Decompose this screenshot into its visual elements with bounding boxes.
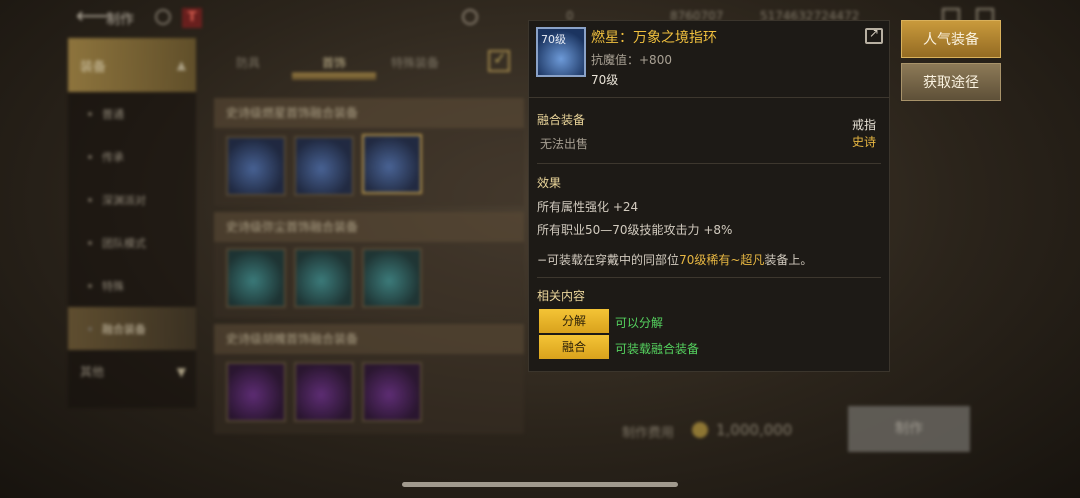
sidebar-item-label: 团队模式 [102,236,146,250]
sidebar-item-special[interactable]: 特殊 [68,264,196,307]
sidebar-category-other[interactable]: 其他 ▼ [68,350,196,393]
popular-equipment-button[interactable]: 人气装备 [901,20,1001,58]
fusion-group-3: 史诗级胡魄首饰融合装备 [214,324,524,434]
disassemble-desc: 可以分解 [615,316,664,330]
equipment-slot[interactable] [294,248,354,308]
bullet-icon [88,326,92,331]
note-highlight: 70级稀有~超凡 [679,253,765,267]
group-title: 史诗级弥尘首饰融合装备 [214,212,524,242]
item-rarity: 史诗 [852,135,877,149]
home-indicator [402,482,678,487]
disassemble-button[interactable]: 分解 [539,309,609,333]
sidebar-item-normal[interactable]: 普通 [68,92,196,135]
sidebar-category-label: 装备 [80,59,107,75]
sidebar-item-raid[interactable]: 团队模式 [68,221,196,264]
item-tooltip: 70级 燃星：万象之境指环 抗魔值：+800 70级 融合装备 无法出售 戒指 … [528,20,890,372]
equipment-slot[interactable] [226,362,286,422]
divider [537,277,881,278]
equipment-slot[interactable] [294,362,354,422]
bullet-icon [88,240,92,245]
section-fusion-title: 融合装备 [537,113,586,127]
section-related-title: 相关内容 [537,289,586,303]
cost-value: 1,000,000 [716,421,793,439]
cost-label: 制作费用 [622,426,675,441]
filter-checkbox[interactable] [488,49,510,72]
event-badge[interactable]: T [182,8,202,28]
sidebar-item-label: 普通 [102,107,124,121]
tooltip-header: 70级 燃星：万象之境指环 抗魔值：+800 70级 [529,21,889,91]
item-level-badge: 70级 [541,33,566,46]
help-icon[interactable] [155,9,171,25]
item-level: 70级 [591,73,619,87]
back-arrow-icon[interactable]: ⟵ [76,6,108,28]
chevron-down-icon: ▼ [176,364,186,379]
page-title: 制作 [106,12,134,28]
sidebar: 装备 ▲ 普通 传承 深渊派对 团队模式 特殊 融合装备 其他 ▼ [68,38,196,408]
tab-special-equipment[interactable]: 特殊装备 [391,54,439,71]
note-prefix: −可装载在穿戴中的同部位 [537,253,680,267]
currency-icon [462,9,478,25]
bullet-icon [88,197,92,202]
tab-active-indicator [292,66,376,80]
share-icon[interactable] [865,26,883,44]
sidebar-item-fusion[interactable]: 融合装备 [68,307,196,350]
fusion-desc: 可装载融合装备 [615,342,700,356]
sidebar-category-label: 其他 [80,365,105,379]
item-name: 燃星：万象之境指环 [591,30,717,46]
gold-coin-icon [692,422,708,438]
fusion-button[interactable]: 融合 [539,335,609,359]
note-suffix: 装备上。 [764,253,813,267]
equipment-slot[interactable] [226,136,286,196]
section-effect-title: 效果 [537,176,562,190]
ring-item-icon: 70级 [536,27,586,77]
acquisition-route-button[interactable]: 获取途径 [901,63,1001,101]
sidebar-item-label: 传承 [102,150,124,164]
sidebar-item-abyss[interactable]: 深渊派对 [68,178,196,221]
equipment-slot[interactable] [226,248,286,308]
chevron-up-icon: ▲ [176,58,186,72]
effect-line: 所有属性强化 +24 [537,200,639,214]
make-button[interactable]: 制作 [848,406,970,452]
equipment-slot[interactable] [294,136,354,196]
bullet-icon [88,154,92,159]
group-title: 史诗级燃星首饰融合装备 [214,98,524,128]
sidebar-item-label: 融合装备 [102,322,146,336]
sidebar-item-label: 深渊派对 [102,193,146,207]
group-title: 史诗级胡魄首饰融合装备 [214,324,524,354]
bullet-icon [88,283,92,288]
sidebar-item-legacy[interactable]: 传承 [68,135,196,178]
not-sellable-text: 无法出售 [540,137,589,151]
equipment-slot[interactable] [362,248,422,308]
equipment-slot-selected[interactable] [362,134,422,194]
item-stat: 抗魔值：+800 [591,53,672,67]
fusion-group-2: 史诗级弥尘首饰融合装备 [214,212,524,318]
equipment-slot[interactable] [362,362,422,422]
sidebar-category-equipment[interactable]: 装备 ▲ [68,38,196,92]
tab-armor[interactable]: 防具 [236,54,260,71]
item-slot: 戒指 [852,118,877,132]
effect-line: 所有职业50—70级技能攻击力 +8% [537,223,733,237]
sidebar-item-label: 特殊 [102,279,124,293]
fusion-group-1: 史诗级燃星首饰融合装备 [214,98,524,206]
divider [537,163,881,164]
equip-note: −可装载在穿戴中的同部位70级稀有~超凡装备上。 [537,251,812,268]
divider [529,97,889,98]
bullet-icon [88,111,92,116]
